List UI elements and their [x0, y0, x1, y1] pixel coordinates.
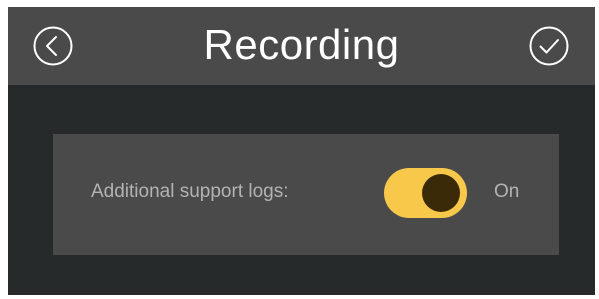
support-logs-label: Additional support logs:	[91, 181, 289, 202]
support-logs-toggle[interactable]	[384, 168, 467, 218]
toggle-state-label: On	[494, 181, 520, 202]
circle-check-icon	[529, 26, 569, 66]
page-title: Recording	[203, 21, 400, 68]
header-bar: Recording	[8, 7, 595, 85]
toggle-knob	[422, 174, 460, 212]
recording-screen: Recording Additional support logs: On	[8, 7, 595, 295]
confirm-button[interactable]	[528, 25, 570, 67]
settings-panel: Additional support logs: On	[53, 134, 559, 255]
